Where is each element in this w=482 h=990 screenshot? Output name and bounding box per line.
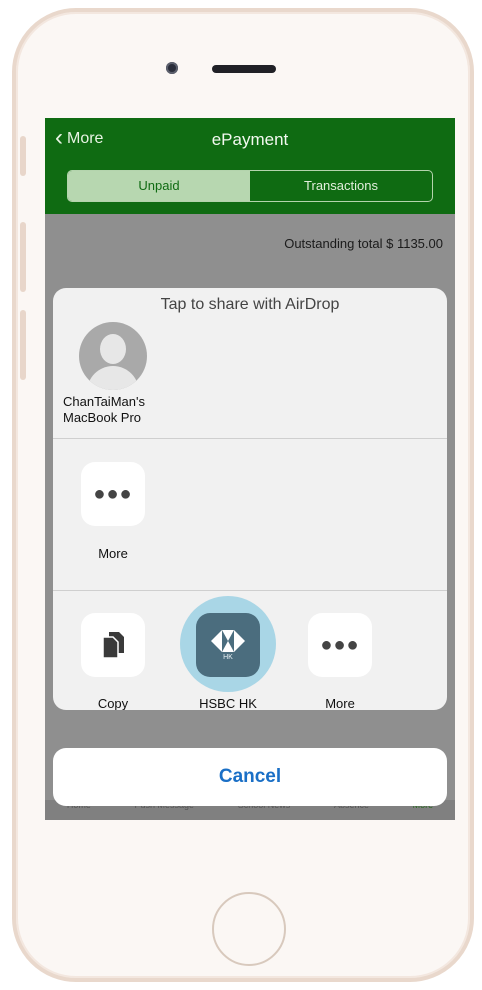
device-name-line2: MacBook Pro bbox=[63, 410, 142, 425]
ellipsis-icon: ●●● bbox=[320, 633, 360, 656]
hsbc-hk-label: HSBC HK bbox=[199, 696, 257, 710]
more-actions-label: More bbox=[325, 696, 355, 710]
airdrop-title: Tap to share with AirDrop bbox=[160, 296, 340, 313]
copy-icon bbox=[102, 632, 124, 659]
outstanding-total: Outstanding total $ 1135.00 bbox=[284, 236, 443, 251]
airdrop-device-avatar[interactable] bbox=[79, 322, 147, 390]
more-share-targets-button[interactable]: ●●● bbox=[81, 462, 145, 526]
copy-button[interactable] bbox=[81, 613, 145, 677]
phone-screen: ‹ More ePayment Unpaid Transactions Outs… bbox=[45, 118, 455, 820]
hsbc-hk-button[interactable]: HK bbox=[196, 613, 260, 677]
segmented-control: Unpaid Transactions bbox=[67, 170, 433, 202]
mute-switch bbox=[20, 136, 26, 176]
cancel-button[interactable]: Cancel bbox=[53, 748, 447, 806]
person-head-icon bbox=[100, 334, 126, 364]
home-button[interactable] bbox=[212, 892, 286, 966]
volume-up-button bbox=[20, 222, 26, 292]
page-title: ePayment bbox=[211, 130, 289, 149]
divider bbox=[53, 590, 447, 591]
more-share-targets-label: More bbox=[98, 546, 128, 561]
ellipsis-icon: ●●● bbox=[93, 482, 133, 505]
airdrop-device-name: ChanTaiMan's MacBook Pro bbox=[63, 394, 145, 426]
device-name-line1: ChanTaiMan's bbox=[63, 394, 145, 409]
navigation-bar: ‹ More ePayment Unpaid Transactions bbox=[45, 118, 455, 214]
hsbc-hk-badge: HK bbox=[223, 653, 233, 661]
tab-unpaid[interactable]: Unpaid bbox=[68, 171, 250, 201]
share-sheet: Tap to share with AirDrop ChanTaiMan's M… bbox=[53, 288, 447, 710]
divider bbox=[53, 438, 447, 439]
tab-transactions[interactable]: Transactions bbox=[250, 171, 432, 201]
more-actions-button[interactable]: ●●● bbox=[308, 613, 372, 677]
hsbc-logo-icon bbox=[211, 629, 245, 652]
person-body-icon bbox=[87, 366, 139, 390]
copy-label: Copy bbox=[97, 696, 129, 710]
volume-down-button bbox=[20, 310, 26, 380]
front-camera bbox=[166, 62, 178, 74]
earpiece-speaker bbox=[212, 65, 276, 73]
